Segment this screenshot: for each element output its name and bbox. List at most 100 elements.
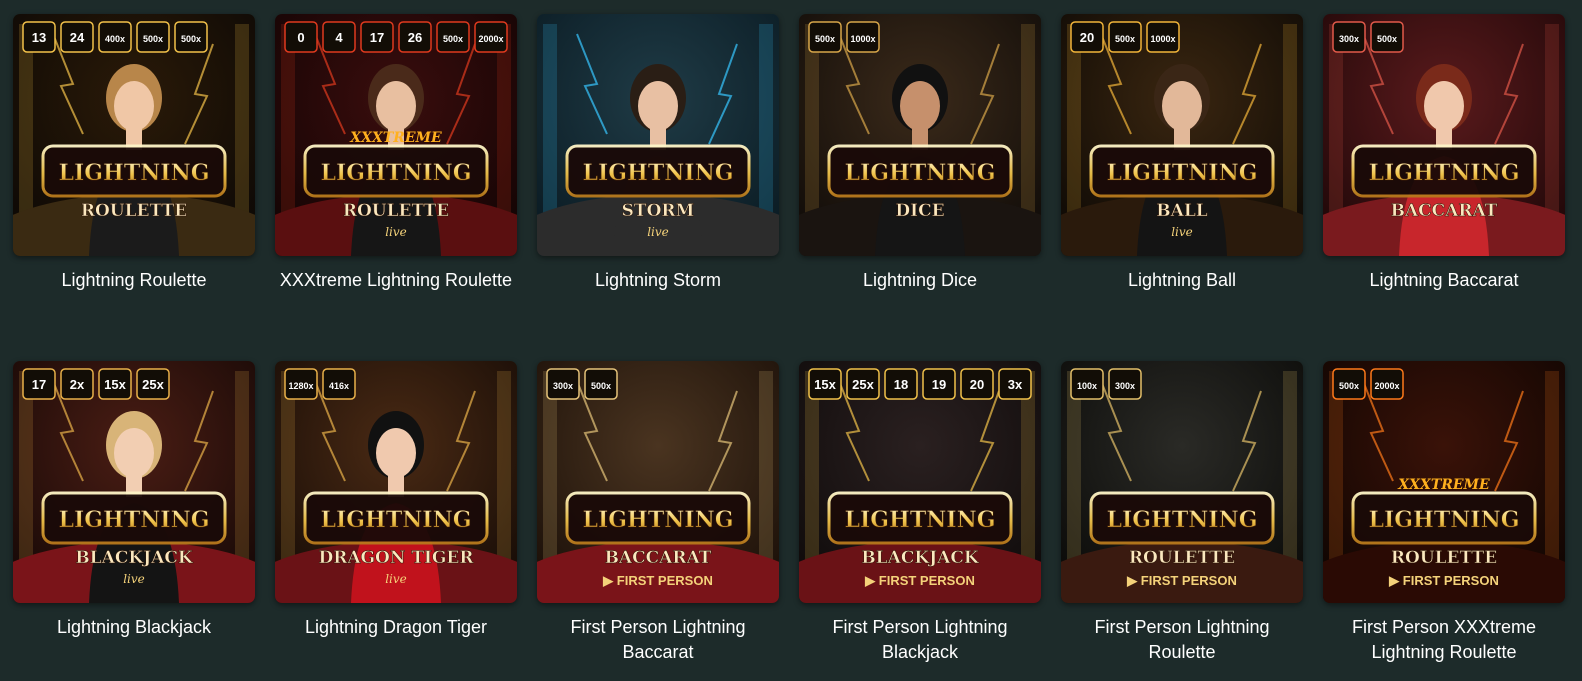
pillar-right [1021,371,1035,571]
game-title[interactable]: Lightning Ball [1064,268,1300,293]
pillar-right [1021,24,1035,224]
logo-subtitle-text: STORM [622,201,695,221]
logo-top-text: XXXTREME [1397,477,1490,493]
game-thumbnail[interactable]: 300x 500x LIGHTNING BACCARAT ▶ FIRST PERSON [537,361,779,603]
multiplier-chip: 20 [960,368,994,400]
multiplier-value: 2x [70,377,85,392]
multiplier-chip: 500x [1108,21,1142,53]
multiplier-value: 300x [1339,34,1359,44]
presenter-face [638,81,678,131]
game-artwork: 0 4 17 26 500x 2000x XXXTREME LIGHTNING ROULETTE… [275,14,517,256]
game-card[interactable]: 100x 300x LIGHTNING ROULETTE ▶ FIRST PERSON F… [1061,361,1303,681]
game-thumbnail[interactable]: 15x 25x 18 19 20 3x LIGHTNING BLACKJACK ▶ FIRST … [799,361,1041,603]
logo-text: LIGHTNING [1368,507,1519,533]
game-title[interactable]: Lightning Baccarat [1326,268,1562,293]
multiplier-value: 500x [591,381,611,391]
game-title[interactable]: XXXtreme Lightning Roulette [278,268,514,293]
logo-subtitle-text: BACCARAT [605,548,712,568]
multiplier-value: 500x [1115,34,1135,44]
game-thumbnail[interactable]: 500x 1000x LIGHTNING DICE [799,14,1041,256]
logo-subtitle-text: ROULETTE [1129,548,1235,568]
game-title[interactable]: Lightning Dice [802,268,1038,293]
multiplier-value: 2000x [1374,381,1399,391]
multiplier-chip: 416x [322,368,356,400]
game-title[interactable]: Lightning Storm [540,268,776,293]
pillar-left [1067,24,1081,224]
pillar-left [281,24,295,224]
logo-subtitle-text: BLACKJACK [75,548,194,568]
pillar-left [1067,371,1081,571]
game-title[interactable]: First Person Lightning Blackjack [802,615,1038,665]
game-thumbnail[interactable]: 300x 500x LIGHTNING BACCARAT [1323,14,1565,256]
multiplier-chip: 3x [998,368,1032,400]
multiplier-value: 17 [32,377,46,392]
multiplier-chip: 19 [922,368,956,400]
pillar-left [19,24,33,224]
multiplier-value: 500x [1377,34,1397,44]
game-card[interactable]: 20 500x 1000x LIGHTNING BALL live Lightning Ba… [1061,14,1303,361]
presenter-face [376,81,416,131]
game-thumbnail[interactable]: LIGHTNING STORM live [537,14,779,256]
game-card[interactable]: 300x 500x LIGHTNING BACCARAT ▶ FIRST PERSON F… [537,361,779,681]
multiplier-chip: 2000x [474,21,508,53]
game-title[interactable]: First Person XXXtreme Lightning Roulette [1326,615,1562,665]
game-thumbnail[interactable]: 13 24 400x 500x 500x LIGHTNING ROULETTE [13,14,255,256]
logo-text: LIGHTNING [844,507,995,533]
pillar-left [805,24,819,224]
game-artwork: 300x 500x LIGHTNING BACCARAT [1323,14,1565,256]
game-card[interactable]: 1280x 416x LIGHTNING DRAGON TIGER live Lightn… [275,361,517,681]
game-card[interactable]: 500x 2000x XXXTREME LIGHTNING ROULETTE ▶ FIRS… [1323,361,1565,681]
game-title[interactable]: First Person Lightning Baccarat [540,615,776,665]
game-title[interactable]: Lightning Roulette [16,268,252,293]
multiplier-chip: 500x [436,21,470,53]
game-card[interactable]: 13 24 400x 500x 500x LIGHTNING ROULETTE Lightni… [13,14,255,361]
multiplier-value: 3x [1008,377,1023,392]
game-card[interactable]: 15x 25x 18 19 20 3x LIGHTNING BLACKJACK ▶ FIRST … [799,361,1041,681]
game-card[interactable]: 500x 1000x LIGHTNING DICE Lightning Dice [799,14,1041,361]
multiplier-value: 500x [443,34,463,44]
pillar-left [543,371,557,571]
multiplier-chip: 300x [1332,21,1366,53]
game-title[interactable]: First Person Lightning Roulette [1064,615,1300,665]
game-thumbnail[interactable]: 17 2x 15x 25x LIGHTNING BLACKJACK live [13,361,255,603]
presenter-face [114,428,154,478]
game-card[interactable]: 300x 500x LIGHTNING BACCARAT Lightning Bacca… [1323,14,1565,361]
logo-text: LIGHTNING [320,507,471,533]
pillar-right [235,24,249,224]
multiplier-value: 1280x [288,381,313,391]
game-card[interactable]: 17 2x 15x 25x LIGHTNING BLACKJACK live Lightnin… [13,361,255,681]
game-thumbnail[interactable]: 1280x 416x LIGHTNING DRAGON TIGER live [275,361,517,603]
game-title[interactable]: Lightning Blackjack [16,615,252,640]
multiplier-chip: 2000x [1370,368,1404,400]
pillar-right [1283,24,1297,224]
game-artwork: 300x 500x LIGHTNING BACCARAT ▶ FIRST PERSON [537,361,779,603]
multiplier-chip: 0 [284,21,318,53]
live-tag: live [385,572,407,586]
multiplier-chip: 500x [808,21,842,53]
multiplier-chip: 25x [136,368,170,400]
game-title[interactable]: Lightning Dragon Tiger [278,615,514,640]
multiplier-value: 25x [142,377,164,392]
logo-subtitle-text: DRAGON TIGER [318,548,474,568]
game-card[interactable]: 0 4 17 26 500x 2000x XXXTREME LIGHTNING ROULETTE… [275,14,517,361]
presenter-face [900,81,940,131]
multiplier-value: 2000x [478,34,503,44]
game-thumbnail[interactable]: 0 4 17 26 500x 2000x XXXTREME LIGHTNING ROULETTE… [275,14,517,256]
logo-text: LIGHTNING [58,160,209,186]
multiplier-chip: 25x [846,368,880,400]
multiplier-value: 100x [1077,381,1097,391]
logo-subtitle-text: BALL [1156,201,1208,221]
game-artwork: 1280x 416x LIGHTNING DRAGON TIGER live [275,361,517,603]
first-person-badge: ▶ FIRST PERSON [602,573,713,588]
game-thumbnail[interactable]: 100x 300x LIGHTNING ROULETTE ▶ FIRST PERSON [1061,361,1303,603]
pillar-left [19,371,33,571]
multiplier-value: 1000x [1150,34,1175,44]
game-thumbnail[interactable]: 20 500x 1000x LIGHTNING BALL live [1061,14,1303,256]
multiplier-value: 18 [894,377,908,392]
game-card[interactable]: LIGHTNING STORM live Lightning Storm [537,14,779,361]
logo-text: LIGHTNING [844,160,995,186]
logo-text: LIGHTNING [58,507,209,533]
multiplier-chip: 400x [98,21,132,53]
game-thumbnail[interactable]: 500x 2000x XXXTREME LIGHTNING ROULETTE ▶ FIRS… [1323,361,1565,603]
logo-text: LIGHTNING [320,160,471,186]
